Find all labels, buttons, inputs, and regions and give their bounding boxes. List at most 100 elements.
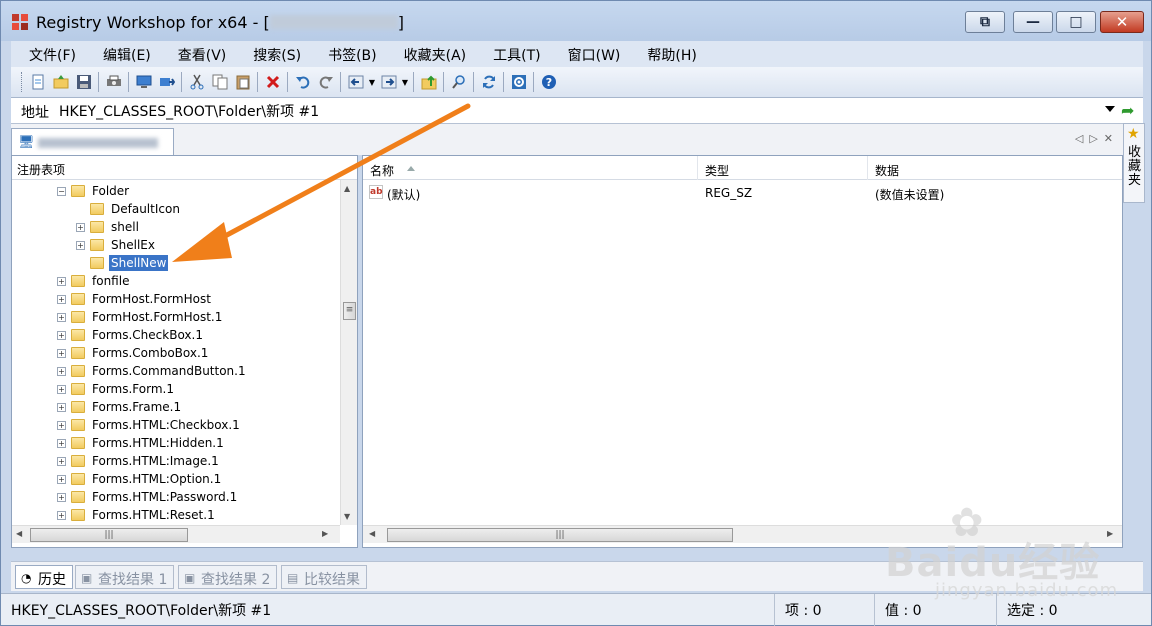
scroll-left-icon[interactable]: ◀ (16, 529, 22, 538)
close-button[interactable]: ✕ (1100, 11, 1144, 33)
menu-search[interactable]: 搜索(S) (235, 41, 310, 67)
tree-vertical-scrollbar[interactable]: ▲ ≡ ▼ (340, 180, 357, 525)
tab-compare-results[interactable]: ▤ 比较结果 (281, 565, 367, 589)
column-name-header[interactable]: 名称 (363, 156, 698, 180)
expand-icon[interactable]: + (57, 294, 66, 304)
tab-history[interactable]: ◔ 历史 (15, 565, 73, 589)
tab-prev-icon[interactable]: ◁ (1075, 132, 1089, 145)
tree-item[interactable]: + Forms.HTML:Checkbox.1 (57, 416, 242, 434)
scroll-thumb[interactable]: ||| (387, 528, 733, 542)
tree-item[interactable]: + fonfile (57, 272, 131, 290)
tab-scroll-buttons[interactable]: ◁▷✕ (1075, 132, 1119, 145)
back-dropdown-icon[interactable]: ▼ (367, 78, 377, 87)
tree-item[interactable]: + Forms.HTML:Password.1 (57, 488, 239, 506)
maximize-button[interactable]: □ (1056, 11, 1096, 33)
tree-horizontal-scrollbar[interactable]: ◀ ||| ▶ (12, 525, 340, 543)
tree-header[interactable]: 注册表项 (12, 156, 357, 180)
scroll-thumb[interactable]: ≡ (343, 302, 356, 320)
document-tab-computer[interactable]: 🖥 (11, 128, 174, 156)
tree-item-shell[interactable]: + shell (76, 218, 141, 236)
expand-icon[interactable]: + (57, 312, 66, 322)
menu-help[interactable]: 帮助(H) (629, 41, 705, 67)
find-icon[interactable] (448, 71, 470, 93)
expand-icon[interactable]: + (57, 474, 66, 484)
tree-item[interactable]: + Forms.HTML:Reset.1 (57, 506, 217, 524)
menu-file[interactable]: 文件(F) (11, 41, 85, 67)
tree-item[interactable]: + FormHost.FormHost.1 (57, 308, 224, 326)
tab-find-results-2[interactable]: ▣ 查找结果 2 (178, 565, 278, 589)
expand-icon[interactable]: + (57, 348, 66, 358)
redo-icon[interactable] (315, 71, 337, 93)
connect-icon[interactable] (156, 71, 178, 93)
tree-item-shellnew[interactable]: ShellNew (76, 254, 170, 272)
menu-tools[interactable]: 工具(T) (475, 41, 549, 67)
tab-find-results-1[interactable]: ▣ 查找结果 1 (75, 565, 175, 589)
expand-icon[interactable]: + (76, 240, 85, 250)
tab-next-icon[interactable]: ▷ (1089, 132, 1103, 145)
scroll-right-icon[interactable]: ▶ (322, 529, 328, 538)
help-icon[interactable]: ? (538, 71, 560, 93)
favorites-panel-tab[interactable]: ★ 收藏夹 (1123, 123, 1145, 203)
new-file-icon[interactable] (27, 71, 49, 93)
back-icon[interactable] (345, 71, 367, 93)
collapse-icon[interactable]: − (57, 186, 66, 196)
tree-item-shellex[interactable]: + ShellEx (76, 236, 157, 254)
expand-icon[interactable]: + (57, 438, 66, 448)
delete-icon[interactable] (262, 71, 284, 93)
list-horizontal-scrollbar[interactable]: ◀ ||| ▶ (363, 525, 1122, 543)
tree-item[interactable]: + Forms.Frame.1 (57, 398, 183, 416)
address-dropdown-icon[interactable] (1105, 106, 1115, 112)
tree-item[interactable]: + Forms.HTML:Option.1 (57, 470, 223, 488)
cut-icon[interactable] (186, 71, 208, 93)
paste-icon[interactable] (232, 71, 254, 93)
tree-item[interactable]: + Forms.HTML:Hidden.1 (57, 434, 226, 452)
expand-icon[interactable]: + (57, 510, 66, 520)
print-icon[interactable] (103, 71, 125, 93)
menu-edit[interactable]: 编辑(E) (85, 41, 160, 67)
tree-item-folder[interactable]: − Folder (57, 182, 131, 200)
tree-item[interactable]: + FormHost.FormHost (57, 290, 213, 308)
menu-window[interactable]: 窗口(W) (550, 41, 630, 67)
settings-icon[interactable] (508, 71, 530, 93)
copy-icon[interactable] (209, 71, 231, 93)
save-icon[interactable] (73, 71, 95, 93)
expand-icon[interactable]: + (57, 330, 66, 340)
open-icon[interactable] (50, 71, 72, 93)
restore-window-button[interactable]: ⧉ (965, 11, 1005, 33)
title-bar[interactable]: Registry Workshop for x64 - [] ⧉ — □ ✕ (1, 1, 1151, 41)
tree-item[interactable]: + Forms.CheckBox.1 (57, 326, 205, 344)
expand-icon[interactable]: + (57, 366, 66, 376)
menu-favorites[interactable]: 收藏夹(A) (386, 41, 476, 67)
tree-item[interactable]: + Forms.Form.1 (57, 380, 176, 398)
scroll-down-icon[interactable]: ▼ (344, 512, 350, 521)
value-row[interactable]: ab (默认) REG_SZ (数值未设置) (363, 184, 1122, 202)
tab-close-icon[interactable]: ✕ (1104, 132, 1119, 145)
expand-icon[interactable]: + (57, 420, 66, 430)
menu-bookmarks[interactable]: 书签(B) (310, 41, 386, 67)
forward-dropdown-icon[interactable]: ▼ (400, 78, 410, 87)
tree-item[interactable]: + Forms.CommandButton.1 (57, 362, 248, 380)
scroll-thumb[interactable]: ||| (30, 528, 188, 542)
column-type-header[interactable]: 类型 (698, 156, 868, 180)
tree-item[interactable]: + Forms.ComboBox.1 (57, 344, 210, 362)
registry-tree[interactable]: − Folder DefaultIcon + shell + ShellEx Shel… (12, 180, 340, 525)
expand-icon[interactable]: + (57, 276, 66, 286)
menu-view[interactable]: 查看(V) (160, 41, 236, 67)
tree-item-defaulticon[interactable]: DefaultIcon (76, 200, 182, 218)
up-folder-icon[interactable] (418, 71, 440, 93)
expand-icon[interactable]: + (57, 402, 66, 412)
go-arrow-icon[interactable]: ➦ (1121, 101, 1134, 120)
minimize-button[interactable]: — (1013, 11, 1053, 33)
scroll-up-icon[interactable]: ▲ (344, 184, 350, 193)
expand-icon[interactable]: + (57, 492, 66, 502)
scroll-left-icon[interactable]: ◀ (369, 529, 375, 538)
expand-icon[interactable]: + (57, 456, 66, 466)
refresh-icon[interactable] (478, 71, 500, 93)
computer-icon[interactable] (133, 71, 155, 93)
column-data-header[interactable]: 数据 (868, 156, 1122, 180)
toolbar-grip[interactable] (21, 72, 24, 92)
tree-item[interactable]: + Forms.HTML:Image.1 (57, 452, 221, 470)
forward-icon[interactable] (378, 71, 400, 93)
scroll-right-icon[interactable]: ▶ (1107, 529, 1113, 538)
address-input[interactable] (57, 100, 1127, 122)
